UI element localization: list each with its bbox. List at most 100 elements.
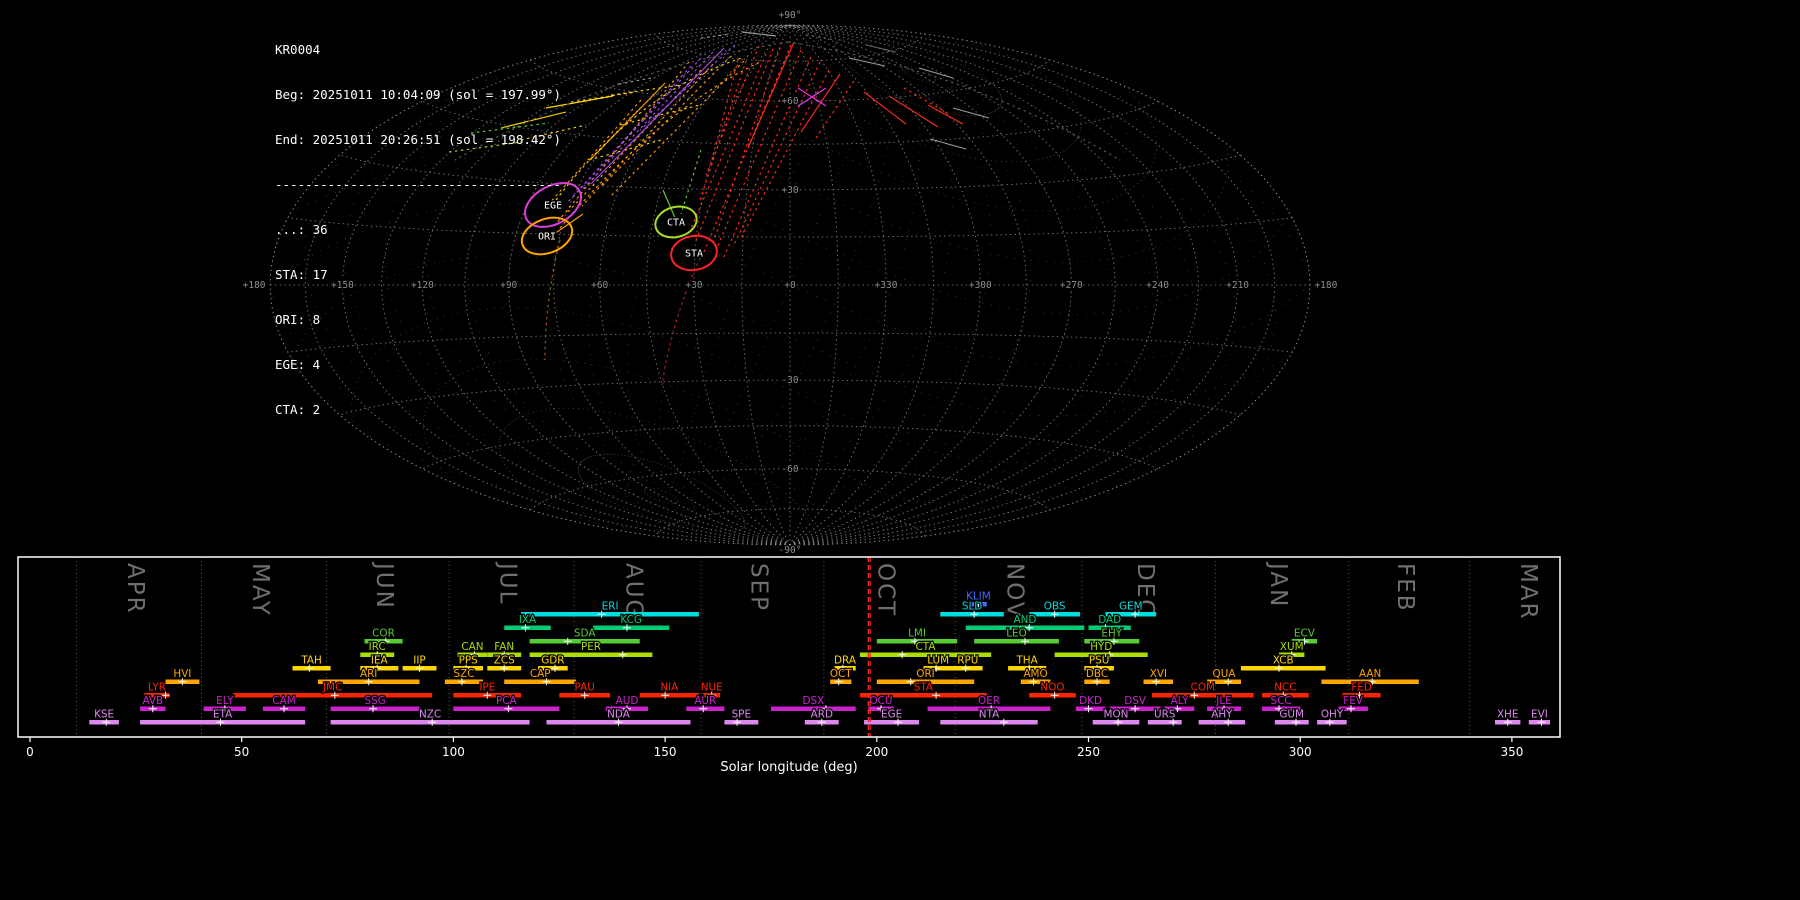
shower-label-DSX: DSX xyxy=(802,695,824,707)
shower-label-NIA: NIA xyxy=(660,682,679,694)
meteor-trail xyxy=(688,53,767,234)
equator-label: +180 xyxy=(243,280,266,291)
meteor-trail xyxy=(601,55,732,187)
meteor-trail xyxy=(863,91,907,125)
shower-label-AHY: AHY xyxy=(1211,709,1233,721)
equator-label: +300 xyxy=(969,280,992,291)
begin-time: Beg: 20251011 10:04:09 (sol = 197.99°) xyxy=(275,87,561,102)
shower-label-OHY: OHY xyxy=(1321,709,1344,721)
shower-label-AAN: AAN xyxy=(1359,668,1381,680)
meteor-trail xyxy=(610,84,682,96)
meteor-trail xyxy=(715,49,802,251)
shower-label-OCT: OCT xyxy=(830,668,852,680)
shower-label-HYD: HYD xyxy=(1090,641,1112,653)
month-label-JUL: JUL xyxy=(495,561,521,605)
month-label-APR: APR xyxy=(122,563,148,615)
shower-label-SDA: SDA xyxy=(574,628,596,640)
meteor-trail xyxy=(680,149,702,215)
meteor-trail xyxy=(590,47,725,185)
shower-label-NOO: NOO xyxy=(1040,682,1064,694)
north-pole-label: +90° xyxy=(779,10,802,21)
shower-label-IEA: IEA xyxy=(371,655,389,667)
shower-label-CTA: CTA xyxy=(916,641,937,653)
shower-label-ALY: ALY xyxy=(1171,695,1190,707)
shower-label-OER: OER xyxy=(978,695,1000,707)
axis-tick-label: 0 xyxy=(26,745,34,759)
meteor-trail xyxy=(580,51,714,192)
month-label-AUG: AUG xyxy=(621,563,647,619)
axis-tick-label: 250 xyxy=(1077,745,1100,759)
activity-timeline: APR MAY JUN JUL AUG SEP OCT NOV DEC JAN FEB MARERIK… xyxy=(17,556,1561,775)
month-label-JUN: JUN xyxy=(371,561,397,610)
shower-label-THA: THA xyxy=(1015,655,1038,667)
latitude-label: +30 xyxy=(781,185,798,196)
shower-label-PER: PER xyxy=(581,641,601,653)
shower-label-LEO: LEO xyxy=(1006,628,1027,640)
meteor-trail xyxy=(927,104,964,125)
shower-label-COR: COR xyxy=(372,628,395,640)
shower-label-MON: MON xyxy=(1104,709,1129,721)
shower-label-QUA: QUA xyxy=(1213,668,1237,680)
latitude-label: -60 xyxy=(781,464,798,475)
meteor-trail xyxy=(700,33,732,39)
peak-marker xyxy=(999,718,1008,726)
equator-label: +240 xyxy=(1146,280,1169,291)
latitude-label: +60 xyxy=(781,96,798,107)
shower-bar-AHY xyxy=(1198,720,1246,725)
shower-label-JMC: JMC xyxy=(322,682,342,694)
peak-marker xyxy=(618,651,627,659)
shower-label-GDR: GDR xyxy=(541,655,564,667)
shower-label-CAP: CAP xyxy=(530,668,551,680)
meteor-trail xyxy=(888,95,939,128)
axis-tick-label: 200 xyxy=(865,745,888,759)
shower-label-URS: URS xyxy=(1154,709,1176,721)
meteor-trail xyxy=(662,189,677,221)
radiant-label-CTA: CTA xyxy=(667,218,685,229)
south-pole-label: -90° xyxy=(779,545,802,555)
month-label-MAR: MAR xyxy=(1515,563,1541,621)
shower-label-DAD: DAD xyxy=(1098,614,1121,626)
shower-label-EGE: EGE xyxy=(881,709,902,721)
info-panel: KR0004 Beg: 20251011 10:04:09 (sol = 197… xyxy=(275,12,561,432)
shower-label-SCC: SCC xyxy=(1271,695,1292,707)
shower-label-XVI: XVI xyxy=(1150,668,1167,680)
shower-label-LMI: LMI xyxy=(908,628,926,640)
axis-tick-label: 100 xyxy=(442,745,465,759)
shower-label-KSE: KSE xyxy=(94,709,114,721)
station-id: KR0004 xyxy=(275,42,321,57)
shower-bar-EGE xyxy=(864,720,920,725)
shower-label-GEM: GEM xyxy=(1119,601,1143,613)
shower-bar-CAP xyxy=(504,679,577,684)
meteor-trail xyxy=(741,31,777,37)
meteor-trail xyxy=(572,57,702,198)
shower-bar-LEO xyxy=(974,639,1059,644)
meteor-trail xyxy=(787,41,1121,161)
month-label-SEP: SEP xyxy=(746,563,772,612)
shower-label-ERI: ERI xyxy=(602,601,619,613)
axis-tick-label: 350 xyxy=(1500,745,1523,759)
meteor-trail xyxy=(952,107,990,119)
count-unclassified: ...: 36 xyxy=(275,222,328,237)
month-label-OCT: OCT xyxy=(873,563,899,617)
shower-label-EVI: EVI xyxy=(1531,709,1548,721)
count-ori: ORI: 8 xyxy=(275,312,321,327)
shower-label-SSG: SSG xyxy=(364,695,385,707)
meteor-trail xyxy=(589,82,666,161)
shower-label-AND: AND xyxy=(1014,614,1037,626)
shower-bar-ERI xyxy=(521,612,699,617)
meteor-trail xyxy=(929,138,967,150)
divider: -------------------------------------- xyxy=(275,177,561,192)
meteor-trail xyxy=(559,61,761,229)
equator-label: +180 xyxy=(1314,280,1337,291)
shower-label-EHY: EHY xyxy=(1101,628,1122,640)
month-label-MAY: MAY xyxy=(247,563,273,617)
shower-label-ETA: ETA xyxy=(213,709,233,721)
month-label-NOV: NOV xyxy=(1002,563,1028,620)
meteor-trail xyxy=(732,61,821,248)
shower-label-PPS: PPS xyxy=(459,655,479,667)
equator-label: +330 xyxy=(875,280,898,291)
equator-label: +0 xyxy=(784,280,796,291)
radiant-label-STA: STA xyxy=(685,249,703,260)
meteor-trail xyxy=(723,56,812,258)
shower-bar-GUM xyxy=(1274,720,1309,725)
